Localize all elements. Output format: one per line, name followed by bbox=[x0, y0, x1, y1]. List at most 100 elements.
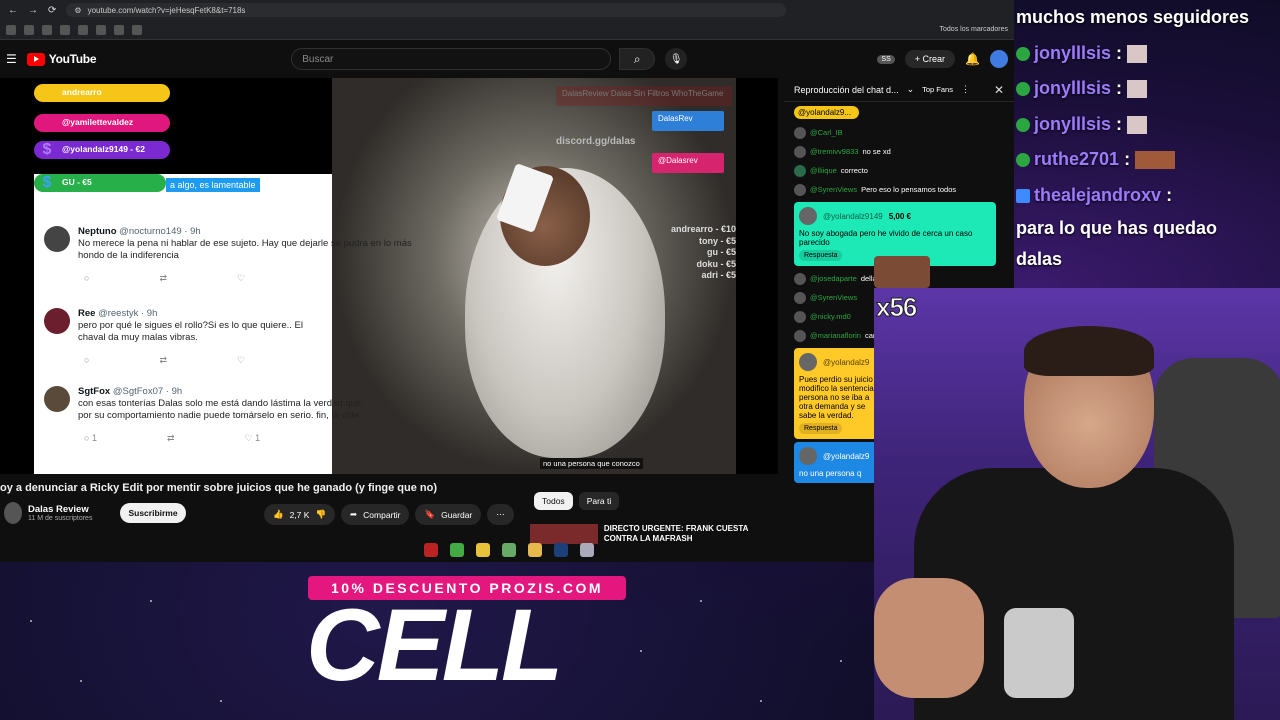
reply-button[interactable]: Respuesta bbox=[799, 423, 843, 434]
share-button[interactable]: ➦ Compartir bbox=[341, 504, 410, 525]
reply-icon[interactable]: ○ 1 bbox=[84, 432, 97, 444]
back-icon[interactable]: ← bbox=[8, 5, 18, 16]
emote-icon bbox=[1127, 80, 1148, 99]
video-title: oy a denunciar a Ricky Edit por mentir s… bbox=[0, 482, 438, 494]
like-button[interactable]: 👍 2,7 K 👎 bbox=[264, 504, 336, 525]
filter-all[interactable]: Todos bbox=[534, 492, 573, 510]
like-icon[interactable]: ♡ 1 bbox=[245, 432, 261, 444]
bookmark-icon[interactable] bbox=[24, 24, 34, 35]
donor-list: andrearro - €10 tony - €5 gu - €5 doku -… bbox=[670, 224, 736, 280]
shirt-logo bbox=[1004, 608, 1074, 698]
bookmark-icon[interactable] bbox=[6, 24, 16, 35]
url-field[interactable]: ⚙ youtube.com/watch?v=jeHesqFetK8&t=718s bbox=[66, 3, 787, 17]
filter-for-you[interactable]: Para ti bbox=[578, 492, 620, 510]
reply-icon[interactable]: ○ bbox=[84, 354, 89, 366]
bell-icon[interactable]: 🔔 bbox=[965, 52, 980, 66]
avatar bbox=[794, 310, 806, 323]
recommendation-filters: Todos Para ti bbox=[534, 492, 620, 510]
avatar bbox=[794, 291, 806, 304]
avatar bbox=[794, 145, 806, 158]
like-icon[interactable]: ♡ bbox=[237, 354, 245, 366]
url-text: youtube.com/watch?v=jeHesqFetK8&t=718s bbox=[87, 5, 246, 15]
menu-icon[interactable]: ☰ bbox=[6, 52, 17, 66]
recommended-title[interactable]: DIRECTO URGENTE: FRANK CUESTA CONTRA LA … bbox=[604, 524, 770, 544]
badge-icon bbox=[1016, 117, 1030, 132]
tweet: SgtFox @SgtFox07 · 9h con esas tonterías… bbox=[44, 386, 434, 444]
bookmark-icon[interactable] bbox=[78, 24, 88, 35]
site-info-icon[interactable]: ⚙ bbox=[74, 6, 81, 15]
subscriber-count: 11 M de suscriptores bbox=[28, 515, 93, 522]
badge-gu: $ GU - €5 bbox=[34, 174, 166, 192]
youtube-logo[interactable]: YouTube bbox=[26, 52, 97, 66]
heart-icon: ♥ bbox=[42, 114, 52, 131]
badge-icon bbox=[1016, 82, 1030, 97]
tweet: Ree @reestyk · 9h pero por qué le sigues… bbox=[44, 308, 434, 366]
bookmarks-bar: Todos los marcadores bbox=[0, 20, 1014, 40]
chat-message: @lliique correcto bbox=[784, 161, 1014, 180]
video-subtitle: no una persona que conozco bbox=[540, 458, 643, 469]
stream-chat-line: jonylllsis : bbox=[1016, 36, 1280, 72]
bookmark-icon[interactable] bbox=[60, 24, 70, 35]
social-instagram: @Dalasrev bbox=[652, 153, 724, 173]
bookmark-icon[interactable] bbox=[114, 24, 124, 35]
chrome-icon[interactable] bbox=[476, 543, 490, 557]
more-button[interactable]: ⋯ bbox=[487, 504, 514, 525]
video-thumbnail[interactable] bbox=[530, 524, 598, 544]
discord-link: discord.gg/dalas bbox=[556, 136, 636, 147]
reload-icon[interactable]: ⟳ bbox=[48, 5, 56, 16]
save-button[interactable]: 🔖 Guardar bbox=[415, 504, 482, 525]
pinned-superchat[interactable]: @yolandalz9... bbox=[794, 106, 860, 119]
chat-title[interactable]: Reproducción del chat d... bbox=[794, 85, 899, 95]
reply-icon[interactable]: ○ bbox=[84, 272, 89, 284]
folder-icon[interactable] bbox=[528, 543, 542, 557]
avatar bbox=[794, 183, 806, 196]
app-icon[interactable] bbox=[450, 543, 464, 557]
retweet-icon[interactable]: ⇄ bbox=[159, 272, 167, 284]
search-input[interactable]: Buscar bbox=[291, 48, 612, 70]
top-fans-tab[interactable]: Top Fans bbox=[922, 85, 953, 94]
emote-count: x56 bbox=[875, 292, 917, 323]
app-icon[interactable] bbox=[424, 543, 438, 557]
like-icon[interactable]: ♡ bbox=[237, 272, 245, 284]
bookmark-icon[interactable] bbox=[42, 24, 52, 35]
bookmark-icon[interactable] bbox=[96, 24, 106, 35]
forward-icon[interactable]: → bbox=[28, 5, 38, 16]
reply-button[interactable]: Respuesta bbox=[799, 250, 843, 261]
close-icon[interactable]: ✕ bbox=[994, 83, 1004, 97]
thumbs-up-icon: 👍 bbox=[273, 509, 284, 519]
highlighted-text: a algo, es lamentable bbox=[166, 178, 260, 192]
ss-badge[interactable]: SS bbox=[877, 54, 895, 64]
microphone-icon[interactable]: 🎙 bbox=[665, 48, 688, 70]
avatar bbox=[44, 308, 70, 334]
all-bookmarks-link[interactable]: Todos los marcadores bbox=[940, 26, 1008, 33]
sponsor-brand: CELL bbox=[306, 588, 563, 702]
channel-name[interactable]: Dalas Review bbox=[28, 504, 92, 515]
social-twitter: DalasRev bbox=[652, 111, 724, 131]
app-icon[interactable] bbox=[580, 543, 594, 557]
account-avatar[interactable] bbox=[990, 50, 1008, 68]
search-icon[interactable]: ⌕ bbox=[619, 48, 656, 70]
recommended-video[interactable]: DIRECTO URGENTE: FRANK CUESTA CONTRA LA … bbox=[530, 524, 770, 544]
avatar bbox=[44, 386, 70, 412]
social-overlay: DalasReview Dalas Sin Filtros WhoTheGame… bbox=[556, 86, 732, 178]
more-icon[interactable]: ⋮ bbox=[961, 84, 970, 95]
photoshop-icon[interactable] bbox=[554, 543, 568, 557]
retweet-icon[interactable]: ⇄ bbox=[167, 432, 175, 444]
stream-chat-overlay: muchos menos seguidores jonylllsis : jon… bbox=[1016, 0, 1280, 275]
subscribe-button[interactable]: Suscribirme bbox=[120, 503, 186, 523]
bookmark-icon[interactable] bbox=[132, 24, 142, 35]
address-bar: ← → ⟳ ⚙ youtube.com/watch?v=jeHesqFetK8&… bbox=[0, 0, 1014, 20]
emote-icon bbox=[1135, 151, 1156, 170]
chevron-down-icon[interactable]: ⌄ bbox=[907, 84, 915, 95]
youtube-play-icon bbox=[26, 52, 45, 66]
video-player[interactable]: DalasReview Dalas Sin Filtros WhoTheGame… bbox=[0, 78, 778, 474]
thumbs-down-icon[interactable]: 👎 bbox=[315, 509, 326, 520]
retweet-icon[interactable]: ⇄ bbox=[159, 354, 167, 366]
create-button[interactable]: + Crear bbox=[904, 50, 956, 68]
app-icon[interactable] bbox=[502, 543, 516, 557]
badge-yamilette: ♥ @yamilettevaldez bbox=[34, 114, 170, 132]
crown-icon: ♛ bbox=[39, 85, 55, 102]
chat-message: @tremivv9833 no se xd bbox=[784, 142, 1014, 161]
channel-avatar[interactable] bbox=[4, 502, 22, 524]
video-actions: 👍 2,7 K 👎 ➦ Compartir 🔖 Guardar ⋯ bbox=[264, 504, 514, 525]
